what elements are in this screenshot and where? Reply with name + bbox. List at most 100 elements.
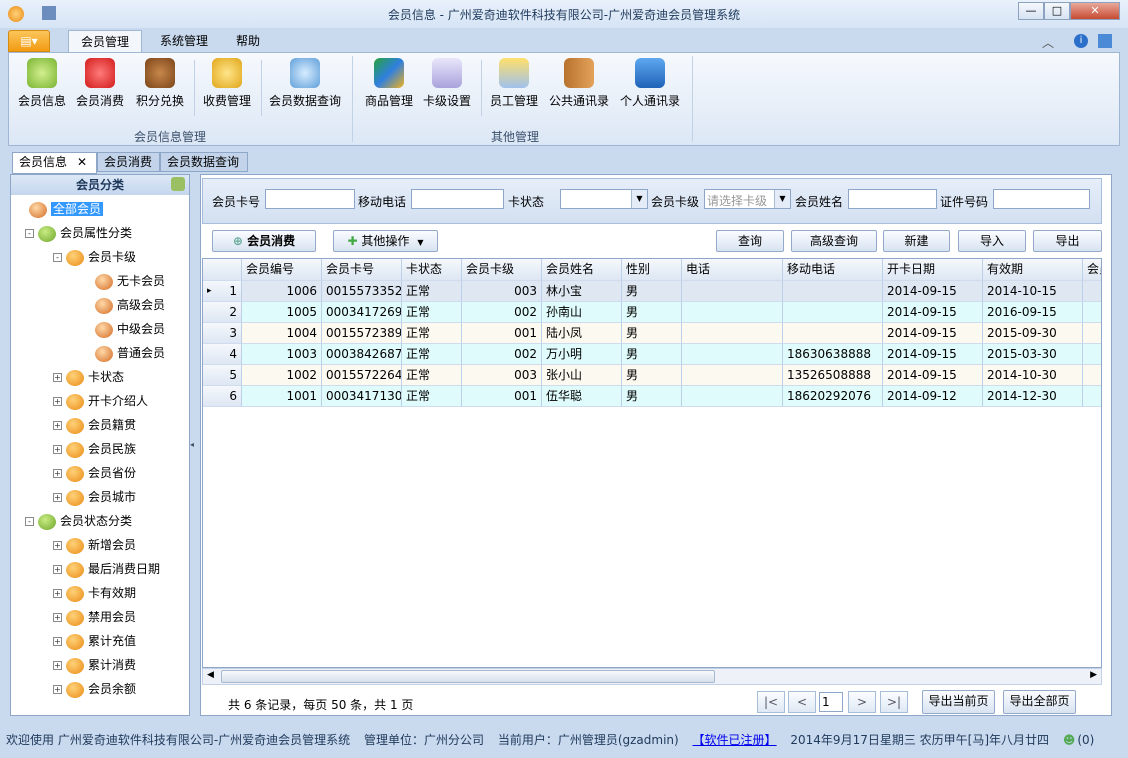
column-header[interactable]: 会员 (1083, 259, 1101, 281)
grid-cell[interactable]: 2014-09-15 (883, 323, 983, 344)
grid-cell[interactable]: 0003417269 (322, 302, 402, 323)
grid-cell[interactable]: 万小明 (542, 344, 622, 365)
grid-cell[interactable]: 2015-03-30 (983, 344, 1083, 365)
tree-node[interactable]: + 会员余额 (53, 679, 136, 699)
first-page-button[interactable]: |< (757, 691, 785, 713)
tree-node[interactable]: - 会员属性分类 (25, 223, 132, 243)
grid-cell[interactable] (783, 323, 883, 344)
grid-cell[interactable]: 正常 (402, 281, 462, 302)
grid-cell[interactable]: 张小山 (542, 365, 622, 386)
member-data-query-button[interactable]: 会员数据查询 (266, 58, 344, 116)
next-page-button[interactable]: > (848, 691, 876, 713)
expand-icon[interactable]: + (53, 685, 62, 694)
grid-cell[interactable] (682, 386, 783, 407)
chevron-down-icon[interactable]: ▼ (631, 190, 647, 208)
tree-node[interactable]: + 新增会员 (53, 535, 136, 555)
expand-icon[interactable]: + (53, 445, 62, 454)
column-header[interactable]: 会员卡级 (462, 259, 542, 281)
scrollbar-thumb[interactable] (221, 670, 715, 683)
tree-node[interactable]: 普通会员 (95, 343, 165, 363)
grid-cell[interactable]: 0003842687 (322, 344, 402, 365)
grid-cell[interactable]: 2014-09-15 (883, 281, 983, 302)
grid-cell[interactable] (682, 344, 783, 365)
grid-cell[interactable]: 18620292076 (783, 386, 883, 407)
grid-cell[interactable]: 18630638888 (783, 344, 883, 365)
registration-link[interactable]: 【软件已注册】 (693, 733, 777, 747)
grid-cell[interactable]: 正常 (402, 323, 462, 344)
tree-node[interactable]: 全部会员 (29, 199, 104, 219)
name-input[interactable] (848, 189, 937, 209)
id-no-input[interactable] (993, 189, 1090, 209)
card-no-input[interactable] (265, 189, 355, 209)
advanced-query-button[interactable]: 高级查询 (791, 230, 877, 252)
grid-cell[interactable] (682, 302, 783, 323)
grid-cell[interactable]: 2014-09-15 (883, 302, 983, 323)
grid-cell[interactable]: 陆小凤 (542, 323, 622, 344)
grid-cell[interactable]: 正常 (402, 302, 462, 323)
app-menu-button[interactable]: ▤▾ (8, 30, 50, 52)
grid-cell[interactable]: 0015572264 (322, 365, 402, 386)
chevron-down-icon[interactable]: ▼ (774, 190, 790, 208)
tree-node[interactable]: 中级会员 (95, 319, 165, 339)
grid-cell[interactable]: 1006 (242, 281, 322, 302)
collapse-icon[interactable]: - (53, 253, 62, 262)
tree-node[interactable]: + 累计充值 (53, 631, 136, 651)
minimize-button[interactable]: — (1018, 2, 1044, 20)
grid-cell[interactable] (682, 365, 783, 386)
grid-cell[interactable]: 2014-10-30 (983, 365, 1083, 386)
expand-icon[interactable]: + (53, 589, 62, 598)
splitter-handle[interactable]: ◂ (190, 440, 194, 449)
tree-node[interactable]: + 最后消费日期 (53, 559, 160, 579)
grid-cell[interactable]: 2014-12-30 (983, 386, 1083, 407)
tree-node[interactable]: + 开卡介绍人 (53, 391, 148, 411)
grid-cell[interactable]: 正常 (402, 344, 462, 365)
grid-cell[interactable]: 002 (462, 302, 542, 323)
tree-node[interactable]: + 累计消费 (53, 655, 136, 675)
column-header[interactable]: 性别 (622, 259, 682, 281)
page-input[interactable]: 1 (819, 692, 843, 712)
column-header[interactable]: 卡状态 (402, 259, 462, 281)
grid-cell[interactable]: 1005 (242, 302, 322, 323)
tree-node[interactable]: + 卡状态 (53, 367, 124, 387)
grid-cell[interactable]: 1002 (242, 365, 322, 386)
grid-cell[interactable]: 男 (622, 281, 682, 302)
expand-icon[interactable]: + (53, 469, 62, 478)
grid-cell[interactable]: 2014-09-12 (883, 386, 983, 407)
doc-tab-member-consume[interactable]: 会员消费 (97, 152, 160, 172)
tree-node[interactable]: + 会员省份 (53, 463, 136, 483)
query-button[interactable]: 查询 (716, 230, 784, 252)
import-button[interactable]: 导入 (958, 230, 1026, 252)
staff-management-button[interactable]: 员工管理 (486, 58, 542, 116)
grid-cell[interactable]: 002 (462, 344, 542, 365)
column-header[interactable]: 开卡日期 (883, 259, 983, 281)
refresh-icon[interactable] (171, 177, 185, 191)
expand-icon[interactable]: + (53, 541, 62, 550)
grid-cell[interactable]: 0015572389 (322, 323, 402, 344)
new-button[interactable]: 新建 (883, 230, 950, 252)
mobile-input[interactable] (411, 189, 504, 209)
grid-cell[interactable]: 伍华聪 (542, 386, 622, 407)
member-info-button[interactable]: 会员信息 (14, 58, 70, 116)
grid-cell[interactable]: 男 (622, 365, 682, 386)
grid-cell[interactable]: 男 (622, 344, 682, 365)
close-button[interactable]: ✕ (1070, 2, 1120, 20)
ribbon-tab-member[interactable]: 会员管理 (68, 30, 143, 52)
grid-cell[interactable] (682, 281, 783, 302)
column-header[interactable]: 移动电话 (783, 259, 883, 281)
grid-cell[interactable]: 男 (622, 386, 682, 407)
grid-cell[interactable]: 003 (462, 281, 542, 302)
grid-cell[interactable]: 0003417130 (322, 386, 402, 407)
last-page-button[interactable]: >| (880, 691, 908, 713)
goods-management-button[interactable]: 商品管理 (362, 58, 416, 116)
grid-cell[interactable]: 正常 (402, 386, 462, 407)
ribbon-tab-system[interactable]: 系统管理 (148, 30, 220, 52)
close-tab-icon[interactable]: ✕ (77, 155, 87, 169)
grid-cell[interactable]: 2014-10-15 (983, 281, 1083, 302)
grid-cell[interactable]: 男 (622, 323, 682, 344)
doc-tab-member-info[interactable]: 会员信息 ✕ (12, 152, 97, 174)
public-contacts-button[interactable]: 公共通讯录 (546, 58, 612, 116)
grid-cell[interactable]: 003 (462, 365, 542, 386)
ribbon-tab-help[interactable]: 帮助 (224, 30, 272, 52)
tree-node[interactable]: + 禁用会员 (53, 607, 136, 627)
info-icon[interactable]: i (1074, 34, 1088, 48)
